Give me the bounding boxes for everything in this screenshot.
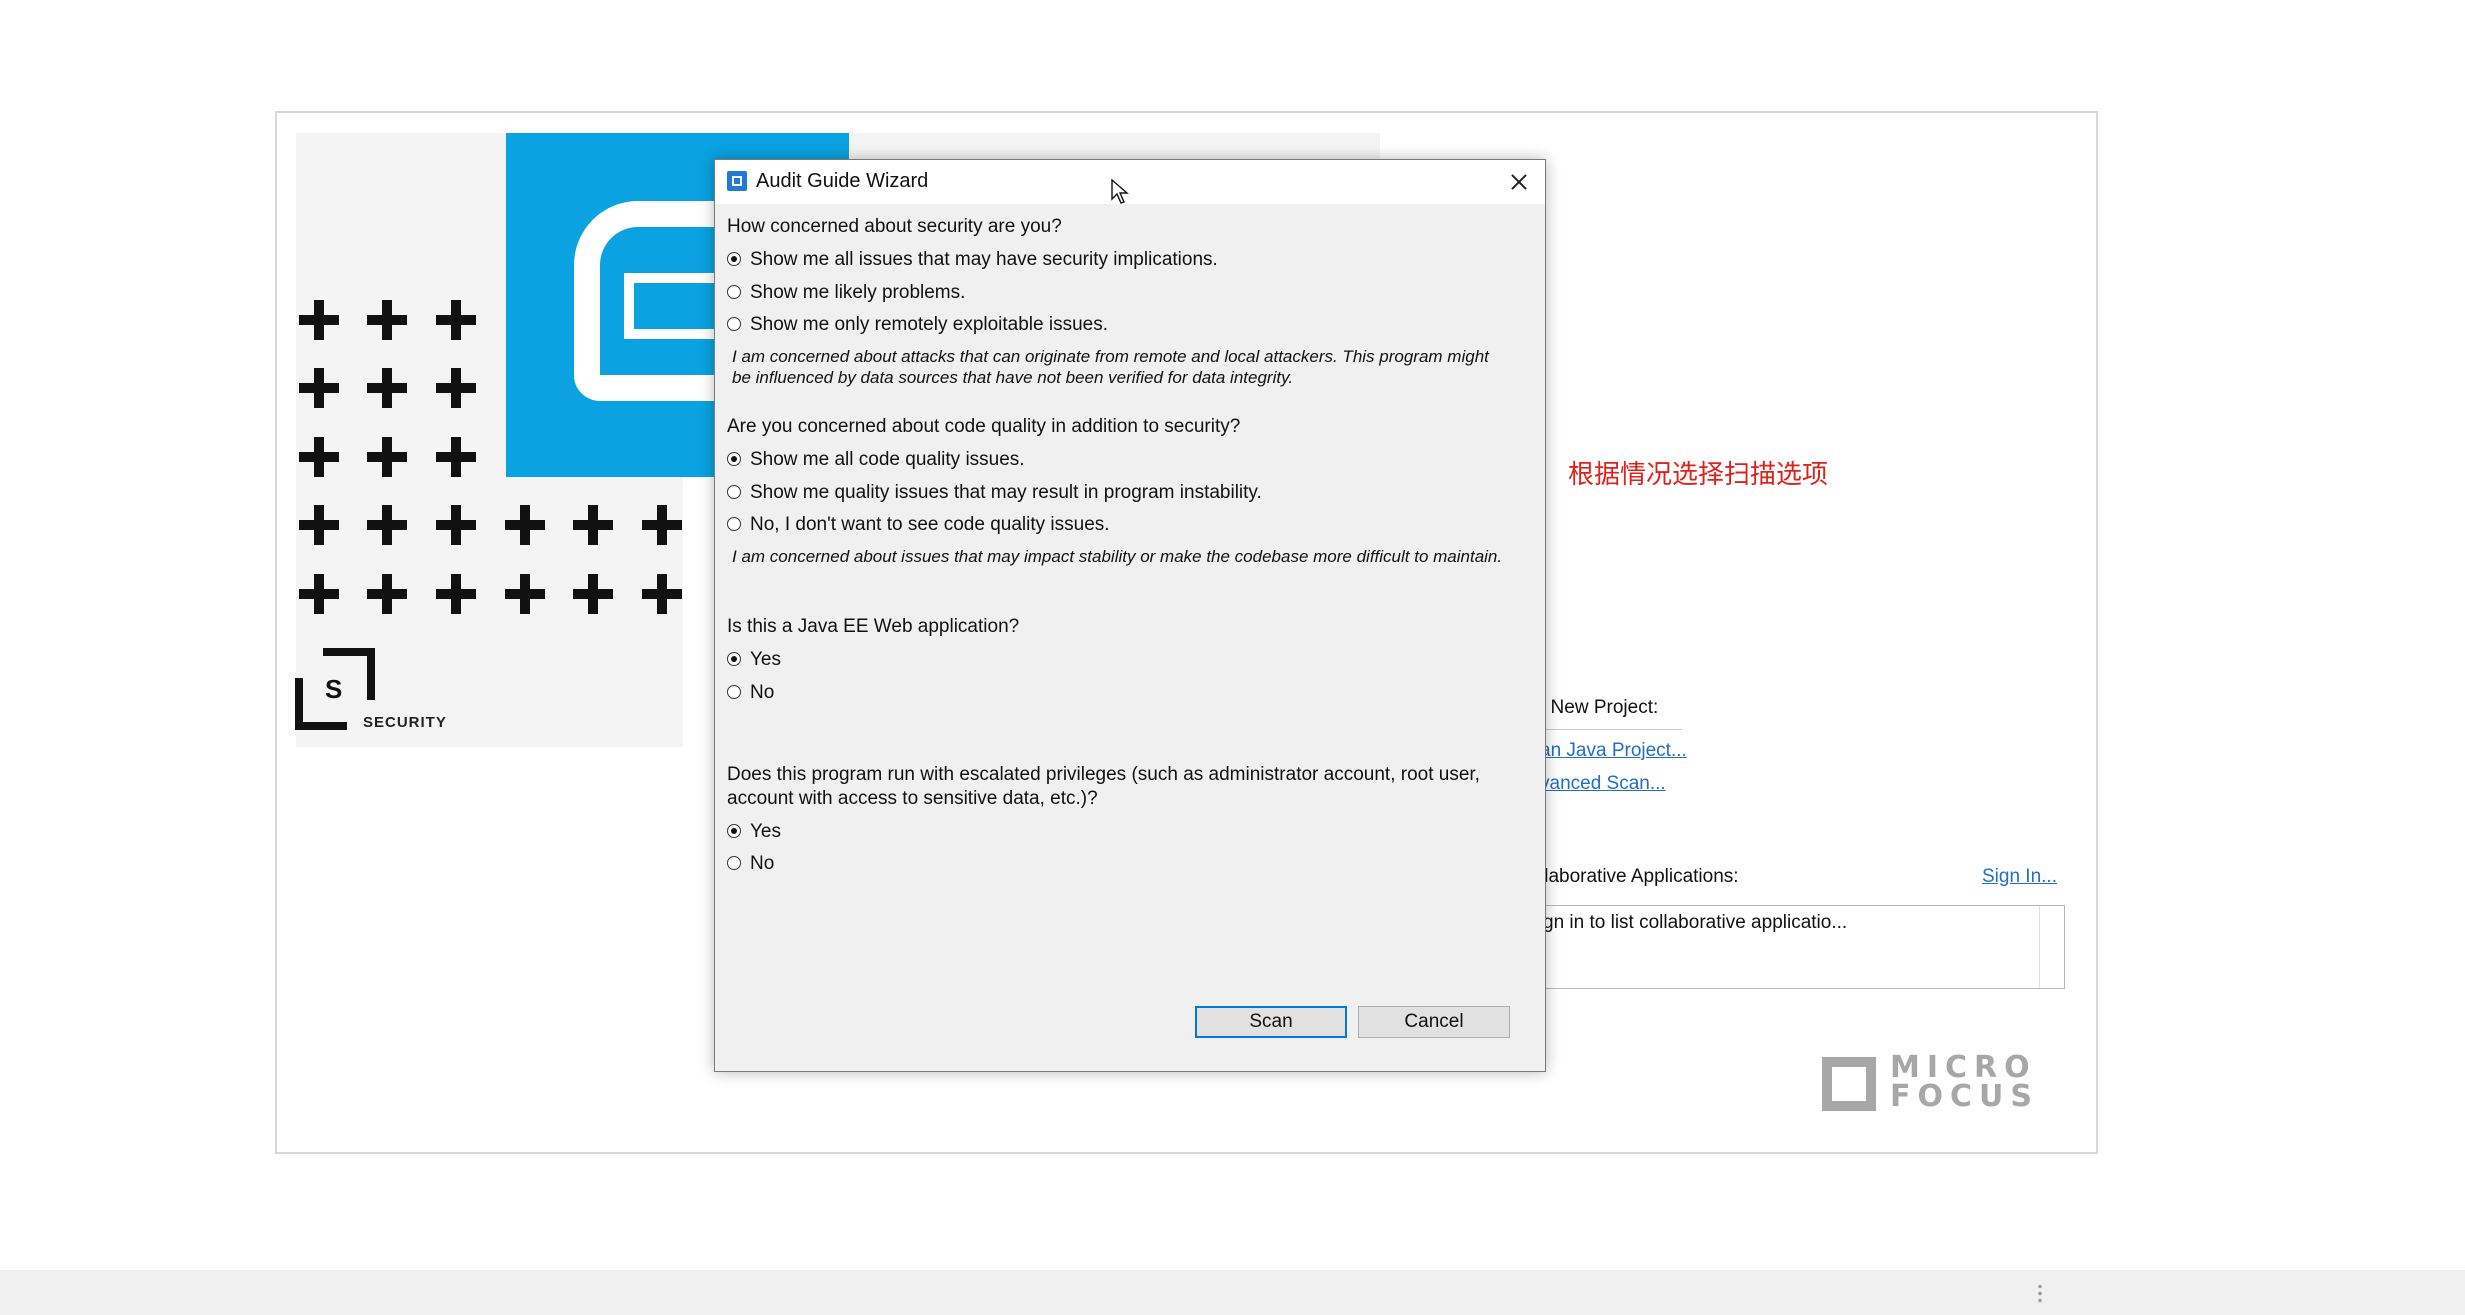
security-wordmark: SECURITY — [363, 714, 447, 731]
collaborative-apps-list[interactable]: gn in to list collaborative applicatio..… — [1522, 905, 2065, 989]
option-label: Yes — [750, 649, 781, 670]
plus-icon — [365, 435, 409, 479]
option-label: Show me all code quality issues. — [750, 449, 1025, 470]
plus-icon — [434, 366, 478, 410]
micro-focus-square-icon — [1822, 1057, 1876, 1111]
dialog-title: Audit Guide Wizard — [756, 170, 929, 192]
plus-icon — [503, 503, 547, 547]
radio-button[interactable] — [727, 485, 741, 499]
annotation-text: 根据情况选择扫描选项 — [1568, 460, 1829, 490]
collaborative-apps-label: llaborative Applications: — [1540, 866, 1739, 887]
bottom-status-bar — [0, 1270, 2465, 1315]
plus-icon — [640, 503, 684, 547]
question-java-ee: Is this a Java EE Web application? — [727, 616, 1020, 637]
option-label: No, I don't want to see code quality iss… — [750, 514, 1110, 535]
plus-icon — [434, 503, 478, 547]
radio-button[interactable] — [727, 685, 741, 699]
radio-button[interactable] — [727, 652, 741, 666]
radio-button[interactable] — [727, 856, 741, 870]
option-label: Show me likely problems. — [750, 282, 966, 303]
option-label: No — [750, 682, 775, 703]
radio-button[interactable] — [727, 824, 741, 838]
more-options-dots-icon[interactable] — [2038, 1283, 2042, 1305]
sign-in-link[interactable]: Sign In... — [1982, 866, 2057, 888]
new-project-divider — [1540, 729, 1682, 730]
scan-java-project-link[interactable]: an Java Project... — [1540, 740, 1687, 762]
plus-icon — [571, 503, 615, 547]
plus-icon — [297, 503, 341, 547]
quality-note: I am concerned about issues that may imp… — [732, 547, 1503, 566]
collaborative-apps-placeholder: gn in to list collaborative applicatio..… — [1543, 912, 1848, 933]
plus-icon — [297, 298, 341, 342]
plus-icon — [365, 572, 409, 616]
micro-focus-wordmark: MICRO FOCUS — [1890, 1050, 2039, 1114]
plus-icon — [434, 572, 478, 616]
plus-icon — [365, 298, 409, 342]
question-escalated-privileges: Does this program run with escalated pri… — [727, 764, 1480, 809]
plus-icon — [297, 572, 341, 616]
advanced-scan-link[interactable]: vanced Scan... — [1540, 773, 1666, 795]
scan-button[interactable]: Scan — [1195, 1006, 1347, 1038]
option-label: Show me quality issues that may result i… — [750, 482, 1262, 503]
radio-button[interactable] — [727, 317, 741, 331]
plus-icon — [434, 298, 478, 342]
plus-icon — [571, 572, 615, 616]
radio-button[interactable] — [727, 285, 741, 299]
dialog-titlebar[interactable]: Audit Guide Wizard — [715, 160, 1545, 204]
audit-guide-wizard-dialog: Audit Guide Wizard How concerned about s… — [714, 159, 1546, 1072]
question-code-quality: Are you concerned about code quality in … — [727, 416, 1241, 437]
question-security-concern: How concerned about security are you? — [727, 216, 1062, 237]
micro-focus-logo: MICRO FOCUS — [1822, 1053, 2054, 1113]
plus-icon — [434, 435, 478, 479]
security-logo-letter: S — [325, 674, 343, 704]
cancel-button[interactable]: Cancel — [1358, 1006, 1510, 1038]
plus-icon — [640, 572, 684, 616]
plus-icon — [365, 503, 409, 547]
option-label: No — [750, 853, 775, 874]
radio-button[interactable] — [727, 452, 741, 466]
plus-icon — [297, 366, 341, 410]
splash-art-strip — [850, 133, 1380, 161]
radio-button[interactable] — [727, 252, 741, 266]
option-label: Yes — [750, 821, 781, 842]
plus-icon — [365, 366, 409, 410]
plus-icon — [503, 572, 547, 616]
security-note: I am concerned about attacks that can or… — [732, 347, 1489, 387]
list-scrollbar[interactable] — [2039, 906, 2040, 988]
option-label: Show me only remotely exploitable issues… — [750, 314, 1109, 335]
radio-button[interactable] — [727, 517, 741, 531]
close-button[interactable] — [1495, 160, 1545, 204]
app-icon — [727, 171, 747, 191]
plus-icon — [297, 435, 341, 479]
new-project-label: t New Project: — [1540, 697, 1659, 718]
option-label: Show me all issues that may have securit… — [750, 249, 1218, 270]
